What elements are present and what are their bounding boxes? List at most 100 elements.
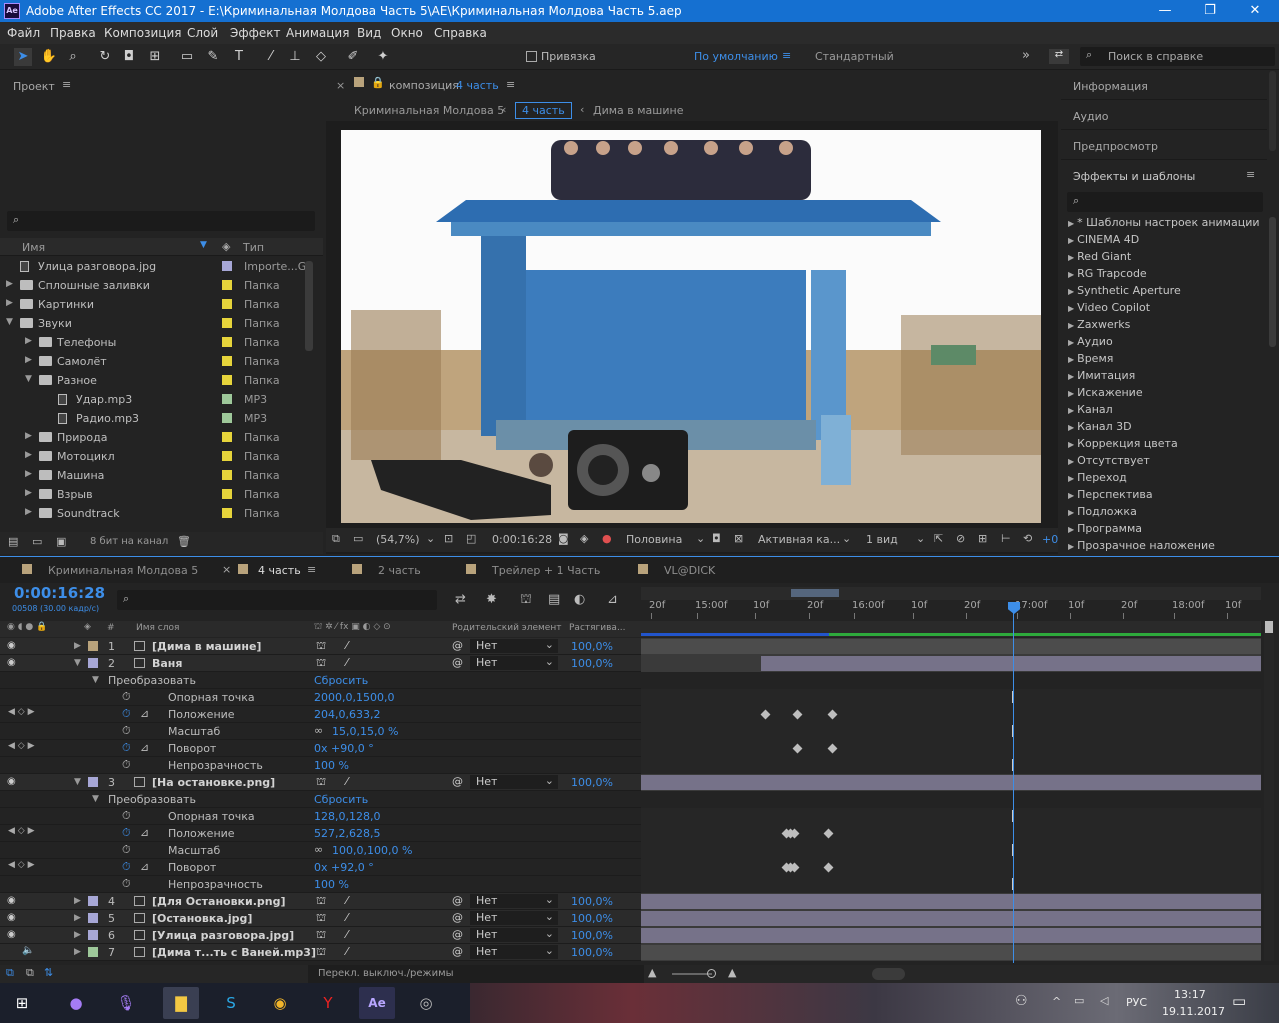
layer-duration-bar[interactable] bbox=[641, 928, 1261, 943]
chevron-down-icon[interactable]: ⌄ bbox=[696, 532, 705, 545]
work-area-bar[interactable] bbox=[641, 587, 1261, 600]
eraser-tool-icon[interactable]: ◇ bbox=[312, 48, 330, 66]
project-search-input[interactable]: ⌕ bbox=[7, 211, 315, 231]
reset-link[interactable]: Сбросить bbox=[314, 793, 368, 806]
property-row[interactable]: ◀ ◇ ▶ ⏱ ⊿ Положение 204,0,633,2 bbox=[0, 706, 641, 723]
chevron-down-icon[interactable]: ⌄ bbox=[426, 532, 435, 545]
roi-icon[interactable]: ◘ bbox=[712, 532, 721, 545]
language-indicator[interactable]: РУС bbox=[1126, 996, 1147, 1009]
expand-triangle-icon[interactable]: ▶ bbox=[25, 469, 35, 479]
layer-duration-bar[interactable] bbox=[641, 945, 1261, 960]
comp-tab-name[interactable]: 4 часть bbox=[456, 79, 499, 92]
property-value[interactable]: 128,0,128,0 bbox=[314, 810, 380, 823]
project-item[interactable]: ▶ Мотоцикл Папка bbox=[0, 447, 310, 466]
layer-duration-bar[interactable] bbox=[641, 911, 1261, 926]
workspace-overflow-icon[interactable]: » bbox=[1022, 48, 1030, 63]
expand-triangle-open-icon[interactable]: ▼ bbox=[25, 374, 35, 384]
expand-triangle-icon[interactable]: ▶ bbox=[6, 298, 16, 308]
clock-date[interactable]: 19.11.2017 bbox=[1162, 1005, 1225, 1018]
pan-behind-tool-icon[interactable]: ⊞ bbox=[146, 48, 164, 66]
stopwatch-icon[interactable]: ⏱ bbox=[122, 843, 131, 857]
property-row[interactable]: ⏱ Масштаб ∞ 100,0,100,0 % bbox=[0, 842, 641, 859]
roto-brush-tool-icon[interactable]: ✐ bbox=[344, 48, 362, 66]
expand-triangle-icon[interactable]: ▶ bbox=[1068, 542, 1074, 551]
breadcrumb-child[interactable]: Дима в машине bbox=[593, 104, 683, 117]
quality-switch-icon[interactable]: ⁄ bbox=[346, 928, 348, 941]
quality-switch-icon[interactable]: ⁄ bbox=[346, 945, 348, 958]
property-value[interactable]: 15,0,15,0 % bbox=[332, 725, 398, 738]
stopwatch-icon[interactable]: ⏱ bbox=[122, 860, 131, 874]
expand-triangle-icon[interactable]: ▶ bbox=[1068, 253, 1074, 262]
camera-tool-icon[interactable]: ◘ bbox=[120, 48, 138, 66]
keyframe[interactable] bbox=[823, 828, 834, 839]
rectangle-tool-icon[interactable]: ▭ bbox=[178, 48, 196, 66]
keyframe-navigator-icon[interactable]: ◀ ◇ ▶ bbox=[8, 707, 35, 717]
expand-triangle-icon[interactable]: ▶ bbox=[25, 488, 35, 498]
effects-category[interactable]: ▶ Аудио bbox=[1068, 335, 1113, 348]
expand-triangle-icon[interactable]: ▶ bbox=[25, 507, 35, 517]
parent-dropdown[interactable]: Нет ⌄ bbox=[470, 655, 558, 670]
stopwatch-icon[interactable]: ⏱ bbox=[122, 809, 131, 823]
panel-menu-icon[interactable]: ≡ bbox=[62, 78, 71, 91]
quality-switch-icon[interactable]: ⁄ bbox=[346, 911, 348, 924]
zoom-in-icon[interactable]: ▲ bbox=[728, 966, 736, 979]
quality-switch-icon[interactable]: ⁄ bbox=[346, 775, 348, 788]
draft-3d-icon[interactable]: ✸ bbox=[486, 592, 497, 607]
panel-menu-icon[interactable]: ≡ bbox=[307, 563, 316, 576]
panel-menu-icon[interactable]: ≡ bbox=[506, 78, 515, 91]
layer-row[interactable]: ◉ ▼ 3 [На остановке.png] ⛫ ⁄ @ Нет ⌄ 100,0% bbox=[0, 774, 641, 791]
menu-effect[interactable]: Эффект bbox=[230, 26, 281, 40]
keyframe[interactable] bbox=[827, 743, 838, 754]
channels-icon[interactable]: ● bbox=[602, 532, 612, 545]
toggle-pixel-aspect-icon[interactable]: ⇱ bbox=[934, 532, 943, 545]
skype-icon[interactable]: S bbox=[213, 987, 249, 1019]
layer-name[interactable]: [Улица разговора.jpg] bbox=[152, 929, 294, 942]
selection-tool-icon[interactable]: ➤ bbox=[14, 48, 32, 66]
stopwatch-icon[interactable]: ⏱ bbox=[122, 758, 131, 772]
property-row[interactable]: ◀ ◇ ▶ ⏱ ⊿ Положение 527,2,628,5 bbox=[0, 825, 641, 842]
expand-triangle-icon[interactable]: ▶ bbox=[25, 336, 35, 346]
stretch-value[interactable]: 100,0% bbox=[571, 929, 613, 942]
project-item[interactable]: ▶ Природа Папка bbox=[0, 428, 310, 447]
expand-triangle-icon[interactable]: ▶ bbox=[1068, 236, 1074, 245]
quality-switch-icon[interactable]: ⁄ bbox=[346, 656, 348, 669]
graph-icon[interactable]: ⊿ bbox=[140, 826, 149, 839]
label-swatch[interactable] bbox=[88, 947, 98, 957]
exposure-value[interactable]: +0 bbox=[1042, 533, 1058, 546]
project-item[interactable]: ▶ Сплошные заливки Папка bbox=[0, 276, 310, 295]
stretch-value[interactable]: 100,0% bbox=[571, 776, 613, 789]
effects-category[interactable]: ▶ Имитация bbox=[1068, 369, 1135, 382]
rotate-tool-icon[interactable]: ↻ bbox=[96, 48, 114, 66]
label-swatch[interactable] bbox=[222, 318, 232, 328]
expand-triangle-icon[interactable]: ▶ bbox=[1068, 338, 1074, 347]
after-effects-taskbar-icon[interactable]: Ae bbox=[359, 987, 395, 1019]
shy-layers-icon[interactable]: ⛫ bbox=[520, 592, 532, 609]
project-item[interactable]: ▶ Soundtrack Папка bbox=[0, 504, 310, 523]
expand-triangle-icon[interactable]: ▶ bbox=[74, 641, 84, 651]
clone-stamp-tool-icon[interactable]: ⊥ bbox=[286, 48, 304, 66]
property-value[interactable]: 0x +90,0 ° bbox=[314, 742, 374, 755]
effects-category[interactable]: ▶ * Шаблоны настроек анимации bbox=[1068, 216, 1260, 229]
voice-search-icon[interactable]: 🎙 bbox=[108, 987, 144, 1019]
property-value[interactable]: 527,2,628,5 bbox=[314, 827, 380, 840]
parent-dropdown[interactable]: Нет ⌄ bbox=[470, 910, 558, 925]
snap-checkbox[interactable] bbox=[526, 51, 537, 62]
keyframe[interactable] bbox=[823, 862, 834, 873]
keyframe[interactable] bbox=[792, 743, 803, 754]
workspace-standard[interactable]: Стандартный bbox=[815, 50, 894, 63]
region-icon[interactable]: ◰ bbox=[466, 532, 476, 545]
breadcrumb-back-icon[interactable]: ‹ bbox=[502, 103, 506, 116]
zoom-out-icon[interactable]: ▲ bbox=[648, 966, 656, 979]
notifications-icon[interactable]: ▭ bbox=[1232, 992, 1246, 1010]
effects-category[interactable]: ▶ Канал 3D bbox=[1068, 420, 1132, 433]
volume-icon[interactable]: ◁ bbox=[1100, 994, 1108, 1007]
label-swatch[interactable] bbox=[222, 280, 232, 290]
brush-tool-icon[interactable]: ⁄ bbox=[262, 48, 280, 66]
lock-icon[interactable]: 🔒 bbox=[371, 76, 385, 89]
label-swatch[interactable] bbox=[88, 641, 98, 651]
effects-category[interactable]: ▶ Переход bbox=[1068, 471, 1127, 484]
breadcrumb-forward-icon[interactable]: ‹ bbox=[580, 103, 584, 116]
label-swatch[interactable] bbox=[222, 413, 232, 423]
label-swatch[interactable] bbox=[222, 375, 232, 385]
fast-previews-icon[interactable]: ⊘ bbox=[956, 532, 965, 545]
